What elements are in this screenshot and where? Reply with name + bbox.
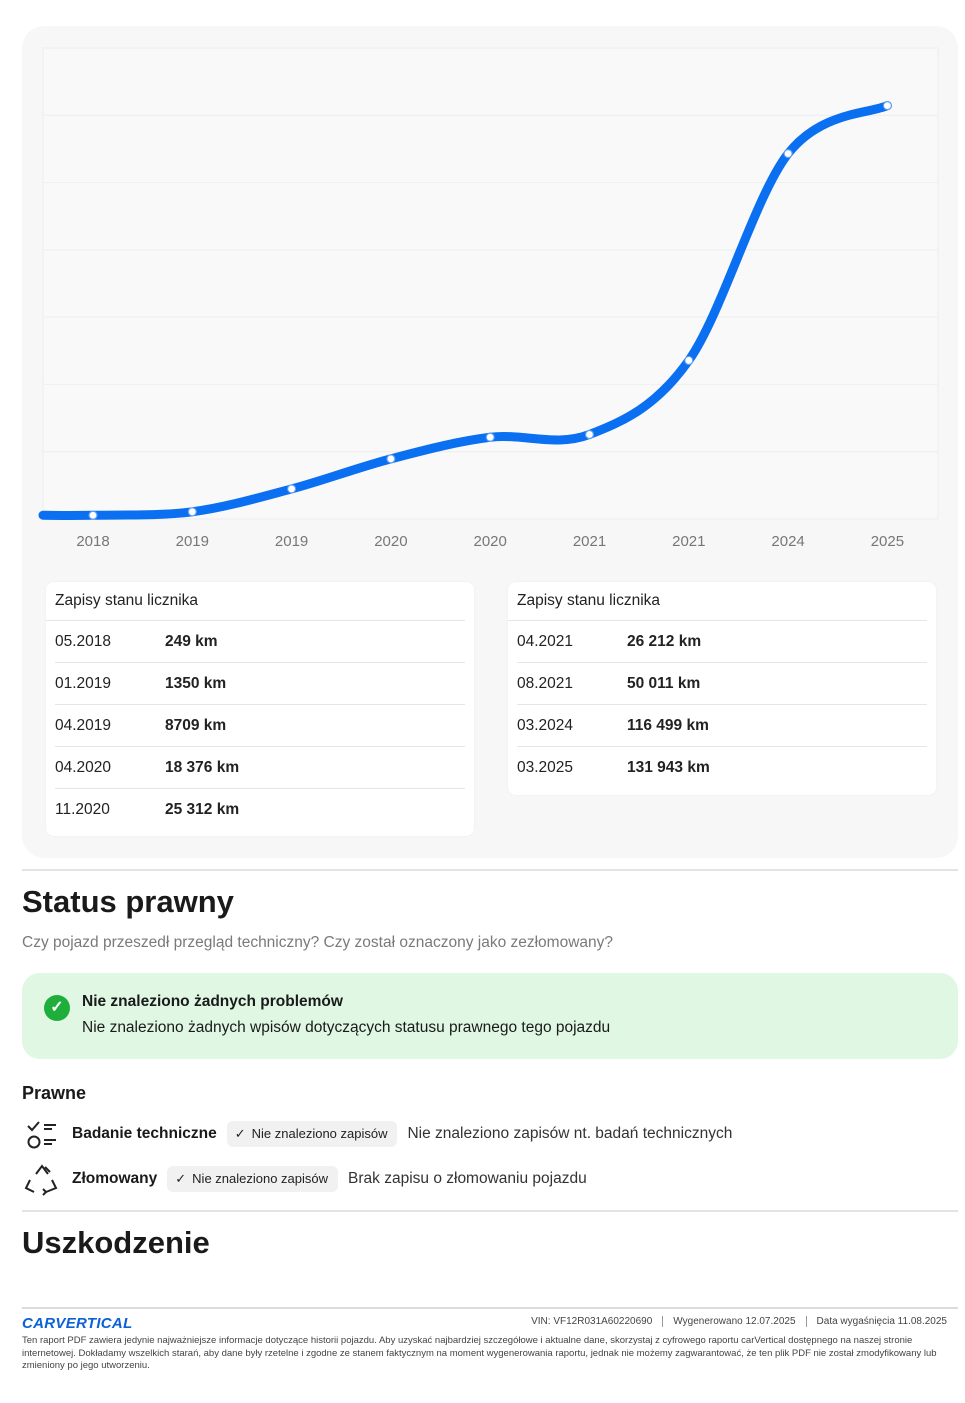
legal-item-scrapped: Złomowany ✓ Nie znaleziono zapisów Brak z… <box>22 1162 587 1196</box>
expiry-date: Data wygaśnięcia 11.08.2025 <box>805 1316 957 1327</box>
legal-item-label: Badanie techniczne <box>72 1125 217 1142</box>
record-date: 04.2021 <box>517 633 574 650</box>
status-badge: ✓ Nie znaleziono zapisów <box>167 1166 339 1192</box>
record-mileage: 50 011 km <box>627 675 701 692</box>
x-tick-label: 2021 <box>573 533 606 550</box>
data-point <box>187 507 197 517</box>
x-tick-label: 2019 <box>275 533 308 550</box>
x-tick-label: 2020 <box>374 533 407 550</box>
generated-date: Wygenerowano 12.07.2025 <box>662 1316 805 1327</box>
carvertical-logo: CARVERTICAL <box>22 1315 133 1332</box>
status-badge: ✓ Nie znaleziono zapisów <box>226 1121 398 1147</box>
record-date: 01.2019 <box>55 675 112 692</box>
odometer-chart: 2018 2019 2019 2020 2020 2021 2021 2024 2025 <box>38 47 939 550</box>
table-row: 04.2020 18 376 km <box>55 747 465 789</box>
record-mileage: 26 212 km <box>627 633 702 650</box>
status-badge-text: Nie znaleziono zapisów <box>251 1126 388 1141</box>
data-point <box>684 355 694 366</box>
banner-title: Nie znaleziono żadnych problemów <box>82 993 343 1010</box>
table-row: 03.2025 131 943 km <box>517 747 927 788</box>
data-point <box>584 429 595 440</box>
vin-text: VIN: VF12R031A60220690 <box>531 1316 653 1327</box>
record-mileage: 131 943 km <box>627 759 710 776</box>
table-row: 03.2024 116 499 km <box>517 705 927 747</box>
legal-item-label: Złomowany <box>72 1170 158 1187</box>
table-row: 04.2019 8709 km <box>55 705 465 747</box>
checklist-icon <box>27 1121 56 1149</box>
section-divider <box>22 1210 958 1212</box>
status-badge-text: Nie znaleziono zapisów <box>192 1171 329 1186</box>
recycle-icon <box>24 1164 58 1196</box>
record-date: 11.2020 <box>55 801 110 818</box>
x-tick-label: 2018 <box>76 533 109 550</box>
legal-status-subtitle: Czy pojazd przeszedł przegląd techniczny… <box>22 934 614 951</box>
legal-item-description: Brak zapisu o złomowaniu pojazdu <box>348 1170 587 1187</box>
disclaimer-text: Ten raport PDF zawiera jedynie najważnie… <box>22 1335 937 1371</box>
record-date: 08.2021 <box>517 675 574 692</box>
data-point <box>882 101 893 111</box>
record-mileage: 8709 km <box>165 717 227 734</box>
data-point <box>287 484 297 494</box>
table-row: 04.2021 26 212 km <box>517 621 927 663</box>
legal-item-inspection: Badanie techniczne ✓ Nie znaleziono zapis… <box>22 1117 732 1151</box>
record-date: 04.2019 <box>55 717 112 734</box>
data-point <box>485 432 495 442</box>
footer-meta: VIN: VF12R031A60220690 Wygenerowano 12.0… <box>521 1316 957 1327</box>
footer-divider <box>22 1307 958 1309</box>
x-tick-label: 2025 <box>871 533 904 550</box>
banner-text: Nie znaleziono żadnych wpisów dotyczącyc… <box>82 1019 611 1036</box>
table-row: 01.2019 1350 km <box>55 663 465 705</box>
plot-area <box>42 47 939 520</box>
section-divider <box>22 869 958 871</box>
record-date: 05.2018 <box>55 633 112 650</box>
record-mileage: 1350 km <box>165 675 227 692</box>
record-date: 03.2025 <box>517 759 574 776</box>
data-point <box>386 454 396 464</box>
x-tick-label: 2020 <box>474 533 507 550</box>
x-tick-label: 2024 <box>771 533 804 550</box>
data-point <box>783 149 793 159</box>
check-icon: ✓ <box>234 1126 246 1141</box>
table-row: 08.2021 50 011 km <box>517 663 927 705</box>
legal-section-title: Prawne <box>22 1083 87 1103</box>
record-mileage: 249 km <box>165 633 218 650</box>
no-problems-banner: ✓ Nie znaleziono żadnych problemów Nie z… <box>22 973 958 1059</box>
table-header: Zapisy stanu licznika <box>46 582 465 621</box>
damage-title: Uszkodzenie <box>22 1225 210 1260</box>
odometer-card: 2018 2019 2019 2020 2020 2021 2021 2024 2025 Zap… <box>22 26 958 858</box>
record-mileage: 116 499 km <box>627 717 709 734</box>
record-mileage: 18 376 km <box>165 759 240 776</box>
record-date: 03.2024 <box>517 717 574 734</box>
x-tick-label: 2021 <box>672 533 705 550</box>
legal-item-description: Nie znaleziono zapisów nt. badań technic… <box>407 1125 733 1142</box>
table-row: 05.2018 249 km <box>55 621 465 663</box>
legal-status-title: Status prawny <box>22 884 234 919</box>
x-tick-label: 2019 <box>176 533 209 550</box>
odometer-table-right: Zapisy stanu licznika 04.2021 26 212 km 08… <box>508 582 936 795</box>
table-header: Zapisy stanu licznika <box>508 582 927 621</box>
record-mileage: 25 312 km <box>165 801 240 818</box>
check-circle-icon: ✓ <box>44 995 70 1021</box>
data-point <box>88 510 98 520</box>
record-date: 04.2020 <box>55 759 112 776</box>
table-row: 11.2020 25 312 km <box>55 789 465 830</box>
check-icon: ✓ <box>175 1171 187 1186</box>
odometer-table-left: Zapisy stanu licznika 05.2018 249 km 01.20… <box>46 582 474 836</box>
